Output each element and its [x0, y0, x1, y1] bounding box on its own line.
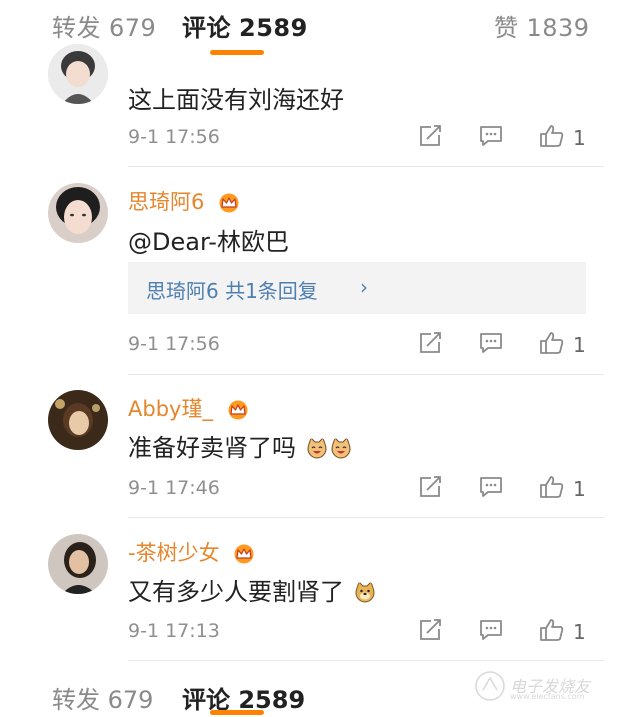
repost-icon[interactable]: [419, 125, 443, 147]
like-count: 1: [573, 477, 586, 501]
reply-summary-text: 思琦阿6 共1条回复: [146, 279, 318, 303]
vip-crown-icon: [219, 193, 239, 213]
like-count: 1: [573, 620, 586, 644]
divider: [128, 517, 604, 518]
avatar-image: [48, 390, 108, 450]
repost-icon[interactable]: [419, 476, 443, 498]
comment-time: 9-1 17:56: [128, 333, 220, 355]
username[interactable]: 思琦阿6: [128, 186, 241, 216]
comment-text-line: 又有多少人要割肾了: [128, 572, 376, 607]
comment-text: 又有多少人要割肾了: [128, 578, 344, 606]
tab-likes-count: 1839: [526, 14, 590, 42]
tab-reposts[interactable]: 转发 679: [52, 8, 156, 43]
comment-icon[interactable]: [479, 476, 503, 498]
bottom-active-tab-indicator: [210, 710, 264, 715]
chevron-right-icon: ›: [360, 275, 368, 299]
comment-icon[interactable]: [479, 619, 503, 641]
like-icon[interactable]: [539, 475, 565, 499]
tab-reposts-count: 679: [109, 14, 157, 42]
avatar[interactable]: [48, 390, 108, 450]
tab-comments-count: 2589: [239, 14, 308, 42]
tab-comments[interactable]: 评论 2589: [182, 8, 308, 43]
avatar[interactable]: [48, 183, 108, 243]
tab-bar: 转发 679 评论 2589 赞 1839: [0, 0, 621, 55]
username-text: 思琦阿6: [128, 190, 205, 214]
like-icon[interactable]: [539, 124, 565, 148]
active-tab-indicator: [210, 50, 264, 55]
cat-laugh-emoji: [331, 437, 351, 459]
username[interactable]: Abby瑾_: [128, 393, 250, 423]
comment-time: 9-1 17:13: [128, 620, 220, 642]
vip-crown-icon: [228, 400, 248, 420]
comment-icon[interactable]: [479, 125, 503, 147]
like-icon[interactable]: [539, 618, 565, 642]
avatar[interactable]: [48, 44, 108, 104]
avatar-image: [48, 534, 108, 594]
avatar-image: [48, 183, 108, 243]
comment-icon[interactable]: [479, 332, 503, 354]
watermark: 电子发烧友 www.elecfans.com: [470, 668, 610, 702]
comment-time: 9-1 17:46: [128, 477, 220, 499]
divider: [128, 166, 604, 167]
like-icon[interactable]: [539, 331, 565, 355]
reply-summary-box[interactable]: 思琦阿6 共1条回复 ›: [128, 262, 586, 314]
like-count: 1: [573, 333, 586, 357]
comment-text-line: 准备好卖肾了吗: [128, 428, 352, 463]
username[interactable]: -茶树少女: [128, 537, 256, 567]
comment-text: 这上面没有刘海还好: [128, 86, 344, 114]
tab-likes-label: 赞: [494, 14, 519, 42]
username-text: Abby瑾_: [128, 397, 213, 421]
comment-time: 9-1 17:56: [128, 126, 220, 148]
cat-laugh-emoji: [307, 437, 327, 459]
avatar[interactable]: [48, 534, 108, 594]
watermark-url: www.elecfans.com: [510, 692, 585, 701]
repost-icon[interactable]: [419, 619, 443, 641]
like-count: 1: [573, 126, 586, 150]
username-text: -茶树少女: [128, 541, 220, 565]
watermark-logo-icon: [475, 671, 505, 701]
divider: [128, 374, 604, 375]
tab-comments-label: 评论: [182, 14, 231, 42]
tab-likes[interactable]: 赞 1839: [494, 8, 590, 43]
divider: [128, 660, 604, 661]
doge-emoji: [355, 581, 375, 603]
avatar-image: [48, 44, 108, 104]
repost-icon[interactable]: [419, 332, 443, 354]
comment-text: @Dear-林欧巴: [128, 228, 289, 256]
tab-reposts-label: 转发: [52, 14, 101, 42]
vip-crown-icon: [234, 544, 254, 564]
comment-text: 准备好卖肾了吗: [128, 434, 296, 462]
bottom-tab-reposts[interactable]: 转发 679: [52, 680, 153, 715]
